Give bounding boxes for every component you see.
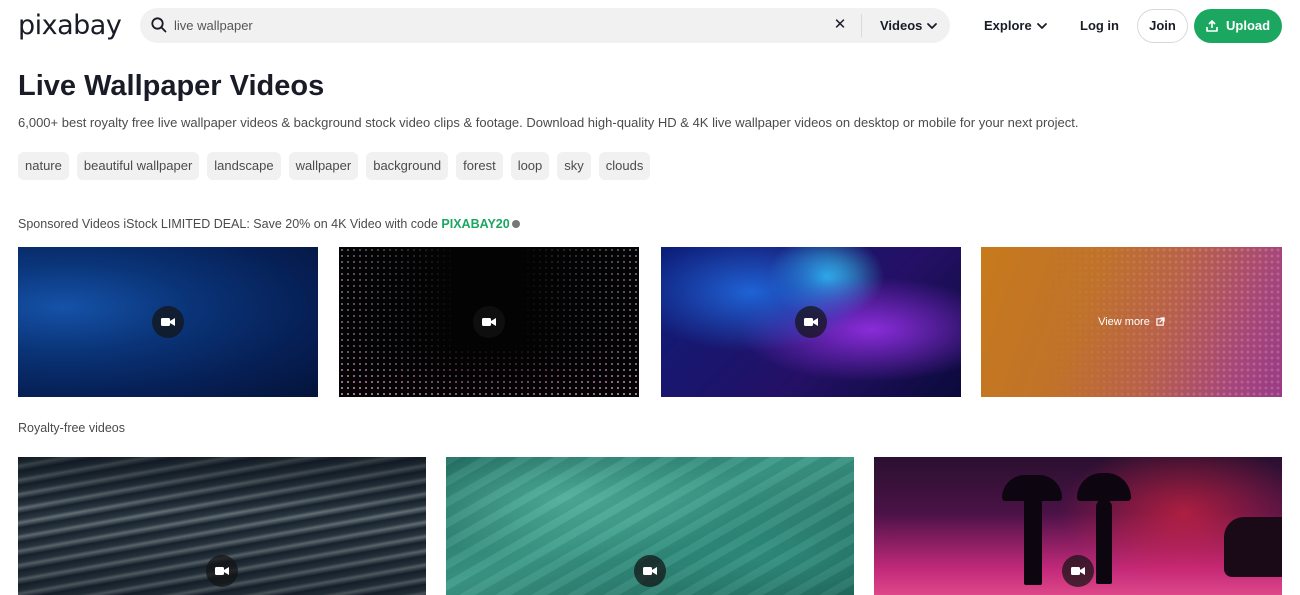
video-camera-icon (795, 306, 827, 338)
info-icon[interactable] (511, 219, 520, 228)
search-bar[interactable]: live wallpaper ✕ Videos (140, 8, 950, 43)
upload-label: Upload (1226, 18, 1271, 33)
media-type-select[interactable]: Videos (880, 8, 922, 43)
upload-icon (1206, 20, 1218, 32)
tag-chip[interactable]: forest (456, 152, 503, 180)
person-silhouette (1024, 495, 1042, 585)
sponsored-video-thumbnail[interactable] (661, 247, 961, 397)
tag-chip[interactable]: nature (18, 152, 69, 180)
close-icon[interactable]: ✕ (832, 17, 848, 33)
join-button[interactable]: Join (1137, 9, 1188, 43)
search-divider (861, 14, 862, 37)
login-link[interactable]: Log in (1080, 9, 1119, 43)
tag-chip[interactable]: wallpaper (288, 152, 359, 180)
video-thumbnail[interactable] (18, 457, 426, 595)
promo-code[interactable]: PIXABAY20 (441, 217, 509, 231)
chevron-down-icon[interactable] (926, 20, 938, 32)
video-camera-icon (206, 555, 238, 587)
view-more-sponsored[interactable]: View more (981, 247, 1282, 397)
tag-chip[interactable]: clouds (598, 152, 651, 180)
tag-chip[interactable]: beautiful wallpaper (76, 152, 200, 180)
person-silhouette (1096, 499, 1112, 584)
external-link-icon (1156, 317, 1165, 326)
tag-chip[interactable]: loop (510, 152, 550, 180)
sponsored-banner: Sponsored Videos iStock LIMITED DEAL: Sa… (18, 215, 520, 233)
tag-chip[interactable]: landscape (207, 152, 281, 180)
upload-button[interactable]: Upload (1194, 9, 1282, 43)
related-tags: nature beautiful wallpaper landscape wal… (18, 152, 651, 180)
search-icon (151, 17, 167, 33)
video-camera-icon (634, 555, 666, 587)
video-thumbnail[interactable] (446, 457, 854, 595)
page-title: Live Wallpaper Videos (18, 70, 325, 102)
explore-menu[interactable]: Explore (984, 9, 1032, 43)
tag-chip[interactable]: background (366, 152, 449, 180)
view-more-link[interactable]: View more (981, 314, 1282, 330)
car-silhouette (1224, 517, 1282, 577)
pixabay-logo[interactable]: pixabay (18, 10, 122, 42)
top-header: pixabay live wallpaper ✕ Videos Explore … (0, 0, 1300, 52)
tag-chip[interactable]: sky (557, 152, 591, 180)
sponsored-video-thumbnail[interactable] (18, 247, 318, 397)
section-heading: Royalty-free videos (18, 421, 125, 435)
sponsored-video-thumbnail[interactable] (339, 247, 639, 397)
video-camera-icon (1062, 555, 1094, 587)
video-camera-icon (473, 306, 505, 338)
sponsored-text: Sponsored Videos iStock LIMITED DEAL: Sa… (18, 217, 442, 231)
video-camera-icon (152, 306, 184, 338)
chevron-down-icon[interactable] (1036, 20, 1048, 32)
page-description: 6,000+ best royalty free live wallpaper … (18, 115, 1079, 130)
search-input[interactable]: live wallpaper (174, 8, 253, 43)
view-more-label: View more (1098, 316, 1150, 328)
video-thumbnail[interactable] (874, 457, 1282, 595)
